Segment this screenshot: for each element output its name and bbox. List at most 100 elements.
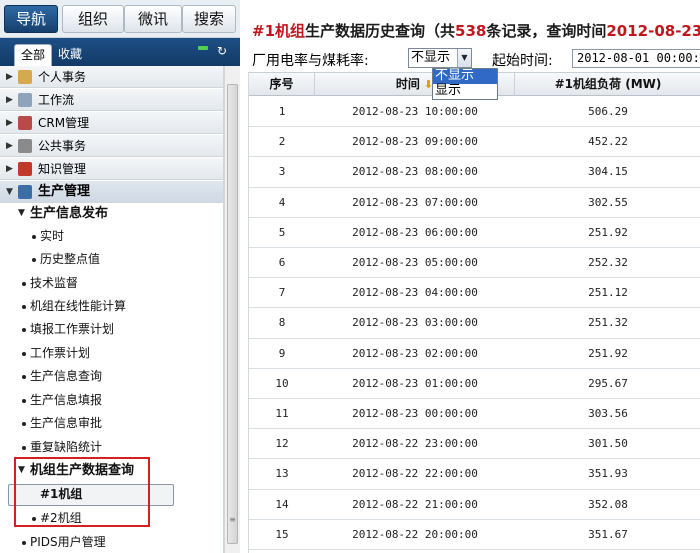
sidebar-item-fill-ticket-plan[interactable]: 填报工作票计划 <box>0 318 223 341</box>
item-label: 技术监督 <box>30 276 79 290</box>
table-row[interactable]: 7 2012-08-23 04:00:00 251.12 <box>249 278 700 309</box>
bullet-icon <box>22 282 26 286</box>
table-row[interactable]: 14 2012-08-22 21:00:00 352.08 <box>249 490 700 520</box>
collapse-arrow-icon: ▼ <box>6 187 13 197</box>
sidebar-category-production[interactable]: ▼ 生产管理 <box>0 181 223 203</box>
sidebar-item-pids-users[interactable]: PIDS用户管理 <box>0 531 223 553</box>
production-icon <box>18 185 32 199</box>
cell-load: 304.15 <box>588 165 628 179</box>
cell-time: 2012-08-22 23:00:00 <box>352 437 478 451</box>
table-row[interactable]: 15 2012-08-22 20:00:00 351.67 <box>249 520 700 550</box>
table-row[interactable]: 10 2012-08-23 01:00:00 295.67 <box>249 369 700 399</box>
sidebar-item-info-fill[interactable]: 生产信息填报 <box>0 389 223 412</box>
sidebar-category-public-affairs[interactable]: ▶ 公共事务 <box>0 135 223 157</box>
item-label: 机组在线性能计算 <box>30 299 127 313</box>
table-row[interactable]: 4 2012-08-23 07:00:00 302.55 <box>249 188 700 218</box>
scrollbar-thumb[interactable] <box>227 84 238 544</box>
category-label: 知识管理 <box>38 162 87 176</box>
table-row[interactable]: 3 2012-08-23 08:00:00 304.15 <box>249 157 700 188</box>
cell-index: 6 <box>278 256 286 269</box>
table-row[interactable]: 9 2012-08-23 02:00:00 251.92 <box>249 339 700 369</box>
nav-button-organization[interactable]: 组织 <box>62 5 124 33</box>
start-time-input[interactable]: 2012-08-01 00:00:00 <box>572 49 700 68</box>
cell-time: 2012-08-23 04:00:00 <box>352 286 478 300</box>
display-select[interactable]: 不显示 ▼ <box>408 48 472 68</box>
nav-button-search[interactable]: 搜索 <box>182 5 236 33</box>
bullet-icon <box>22 375 26 379</box>
table-row[interactable]: 11 2012-08-23 00:00:00 303.56 <box>249 399 700 430</box>
refresh-icon[interactable]: ↻ <box>216 45 228 57</box>
query-time: 2012-08-23 <box>606 22 700 40</box>
bullet-icon <box>22 305 26 309</box>
nav-button-navigation[interactable]: 导航 <box>4 5 58 33</box>
table-row[interactable]: 5 2012-08-23 06:00:00 251.92 <box>249 218 700 248</box>
cell-load: 351.67 <box>588 527 628 541</box>
unit-name: #1机组 <box>252 22 306 40</box>
cell-time: 2012-08-23 10:00:00 <box>352 105 478 118</box>
chevron-down-icon[interactable]: ▼ <box>457 49 471 67</box>
cell-load: 301.50 <box>588 437 628 451</box>
item-label: 生产信息查询 <box>30 369 103 383</box>
expand-arrow-icon: ▶ <box>6 118 13 128</box>
sidebar-category-crm[interactable]: ▶ CRM管理 <box>0 112 223 134</box>
cell-index: 4 <box>278 195 286 209</box>
sidebar-item-ticket-plan[interactable]: 工作票计划 <box>0 342 223 365</box>
sidebar-item-info-query[interactable]: 生产信息查询 <box>0 365 223 388</box>
top-navigation: 导航 组织 微讯 搜索 <box>0 0 240 38</box>
cell-time: 2012-08-23 06:00:00 <box>352 225 478 239</box>
column-header-index[interactable]: 序号 <box>249 73 315 96</box>
minimize-icon[interactable] <box>198 46 208 50</box>
cell-load: 506.29 <box>588 105 628 118</box>
table-row[interactable]: 8 2012-08-23 03:00:00 251.32 <box>249 308 700 339</box>
sidebar-group-production-info[interactable]: ▼ 生产信息发布 <box>0 202 223 225</box>
collapse-arrow-icon: ▼ <box>18 208 25 218</box>
table-row[interactable]: 12 2012-08-22 23:00:00 301.50 <box>249 429 700 460</box>
workflow-icon <box>18 93 32 107</box>
select-option-hide[interactable]: 不显示 <box>433 69 497 84</box>
bullet-icon <box>22 352 26 356</box>
tab-bar: 全部 收藏 ↻ <box>0 38 240 66</box>
table-row[interactable]: 1 2012-08-23 10:00:00 506.29 <box>249 97 700 128</box>
cell-index: 14 <box>275 497 289 511</box>
tab-favorites[interactable]: 收藏 <box>52 44 88 66</box>
category-label: CRM管理 <box>38 116 90 130</box>
item-label: 生产信息填报 <box>30 393 103 407</box>
cell-index: 11 <box>275 407 289 420</box>
bullet-icon <box>22 422 26 426</box>
cell-load: 352.08 <box>588 497 628 511</box>
tab-all[interactable]: 全部 <box>14 44 53 66</box>
page-title: #1机组生产数据历史查询（共538条记录，查询时间2012-08-23 <box>252 20 700 41</box>
cell-index: 5 <box>278 225 286 239</box>
item-label: 生产信息审批 <box>30 416 103 430</box>
category-label: 个人事务 <box>38 70 87 84</box>
category-label: 公共事务 <box>38 139 87 153</box>
cell-index: 1 <box>278 105 286 118</box>
cell-index: 12 <box>275 437 289 451</box>
table-row[interactable]: 13 2012-08-22 22:00:00 351.93 <box>249 459 700 490</box>
main-content: #1机组生产数据历史查询（共538条记录，查询时间2012-08-23 厂用电率… <box>240 0 700 553</box>
bullet-icon <box>22 328 26 332</box>
sidebar-item-info-approve[interactable]: 生产信息审批 <box>0 412 223 435</box>
table-row[interactable]: 2 2012-08-23 09:00:00 452.22 <box>249 127 700 158</box>
person-icon <box>18 70 32 84</box>
sidebar-scrollbar[interactable]: ≡ <box>224 66 240 553</box>
title-text-2: 条记录，查询时间 <box>486 22 607 40</box>
sidebar-item-tech-supervision[interactable]: 技术监督 <box>0 272 223 295</box>
expand-arrow-icon: ▶ <box>6 164 13 174</box>
sidebar-category-knowledge[interactable]: ▶ 知识管理 <box>0 158 223 180</box>
sidebar-category-personal[interactable]: ▶ 个人事务 <box>0 66 223 88</box>
item-label: 历史整点值 <box>40 252 101 266</box>
sidebar-item-defect-stats[interactable]: 重复缺陷统计 <box>0 436 223 459</box>
sidebar-category-workflow[interactable]: ▶ 工作流 <box>0 89 223 111</box>
nav-button-messages[interactable]: 微讯 <box>124 5 182 33</box>
cell-load: 452.22 <box>588 135 628 149</box>
select-option-show[interactable]: 显示 <box>433 84 497 99</box>
sidebar-item-realtime[interactable]: 实时 <box>0 225 223 248</box>
cell-time: 2012-08-23 03:00:00 <box>352 316 478 330</box>
cell-time: 2012-08-23 02:00:00 <box>352 346 478 360</box>
bullet-icon <box>22 541 26 545</box>
sidebar-item-hourly-history[interactable]: 历史整点值 <box>0 248 223 271</box>
sidebar-item-online-performance[interactable]: 机组在线性能计算 <box>0 295 223 318</box>
table-row[interactable]: 6 2012-08-23 05:00:00 252.32 <box>249 248 700 279</box>
column-header-load[interactable]: #1机组负荷 (MW) <box>515 73 700 96</box>
